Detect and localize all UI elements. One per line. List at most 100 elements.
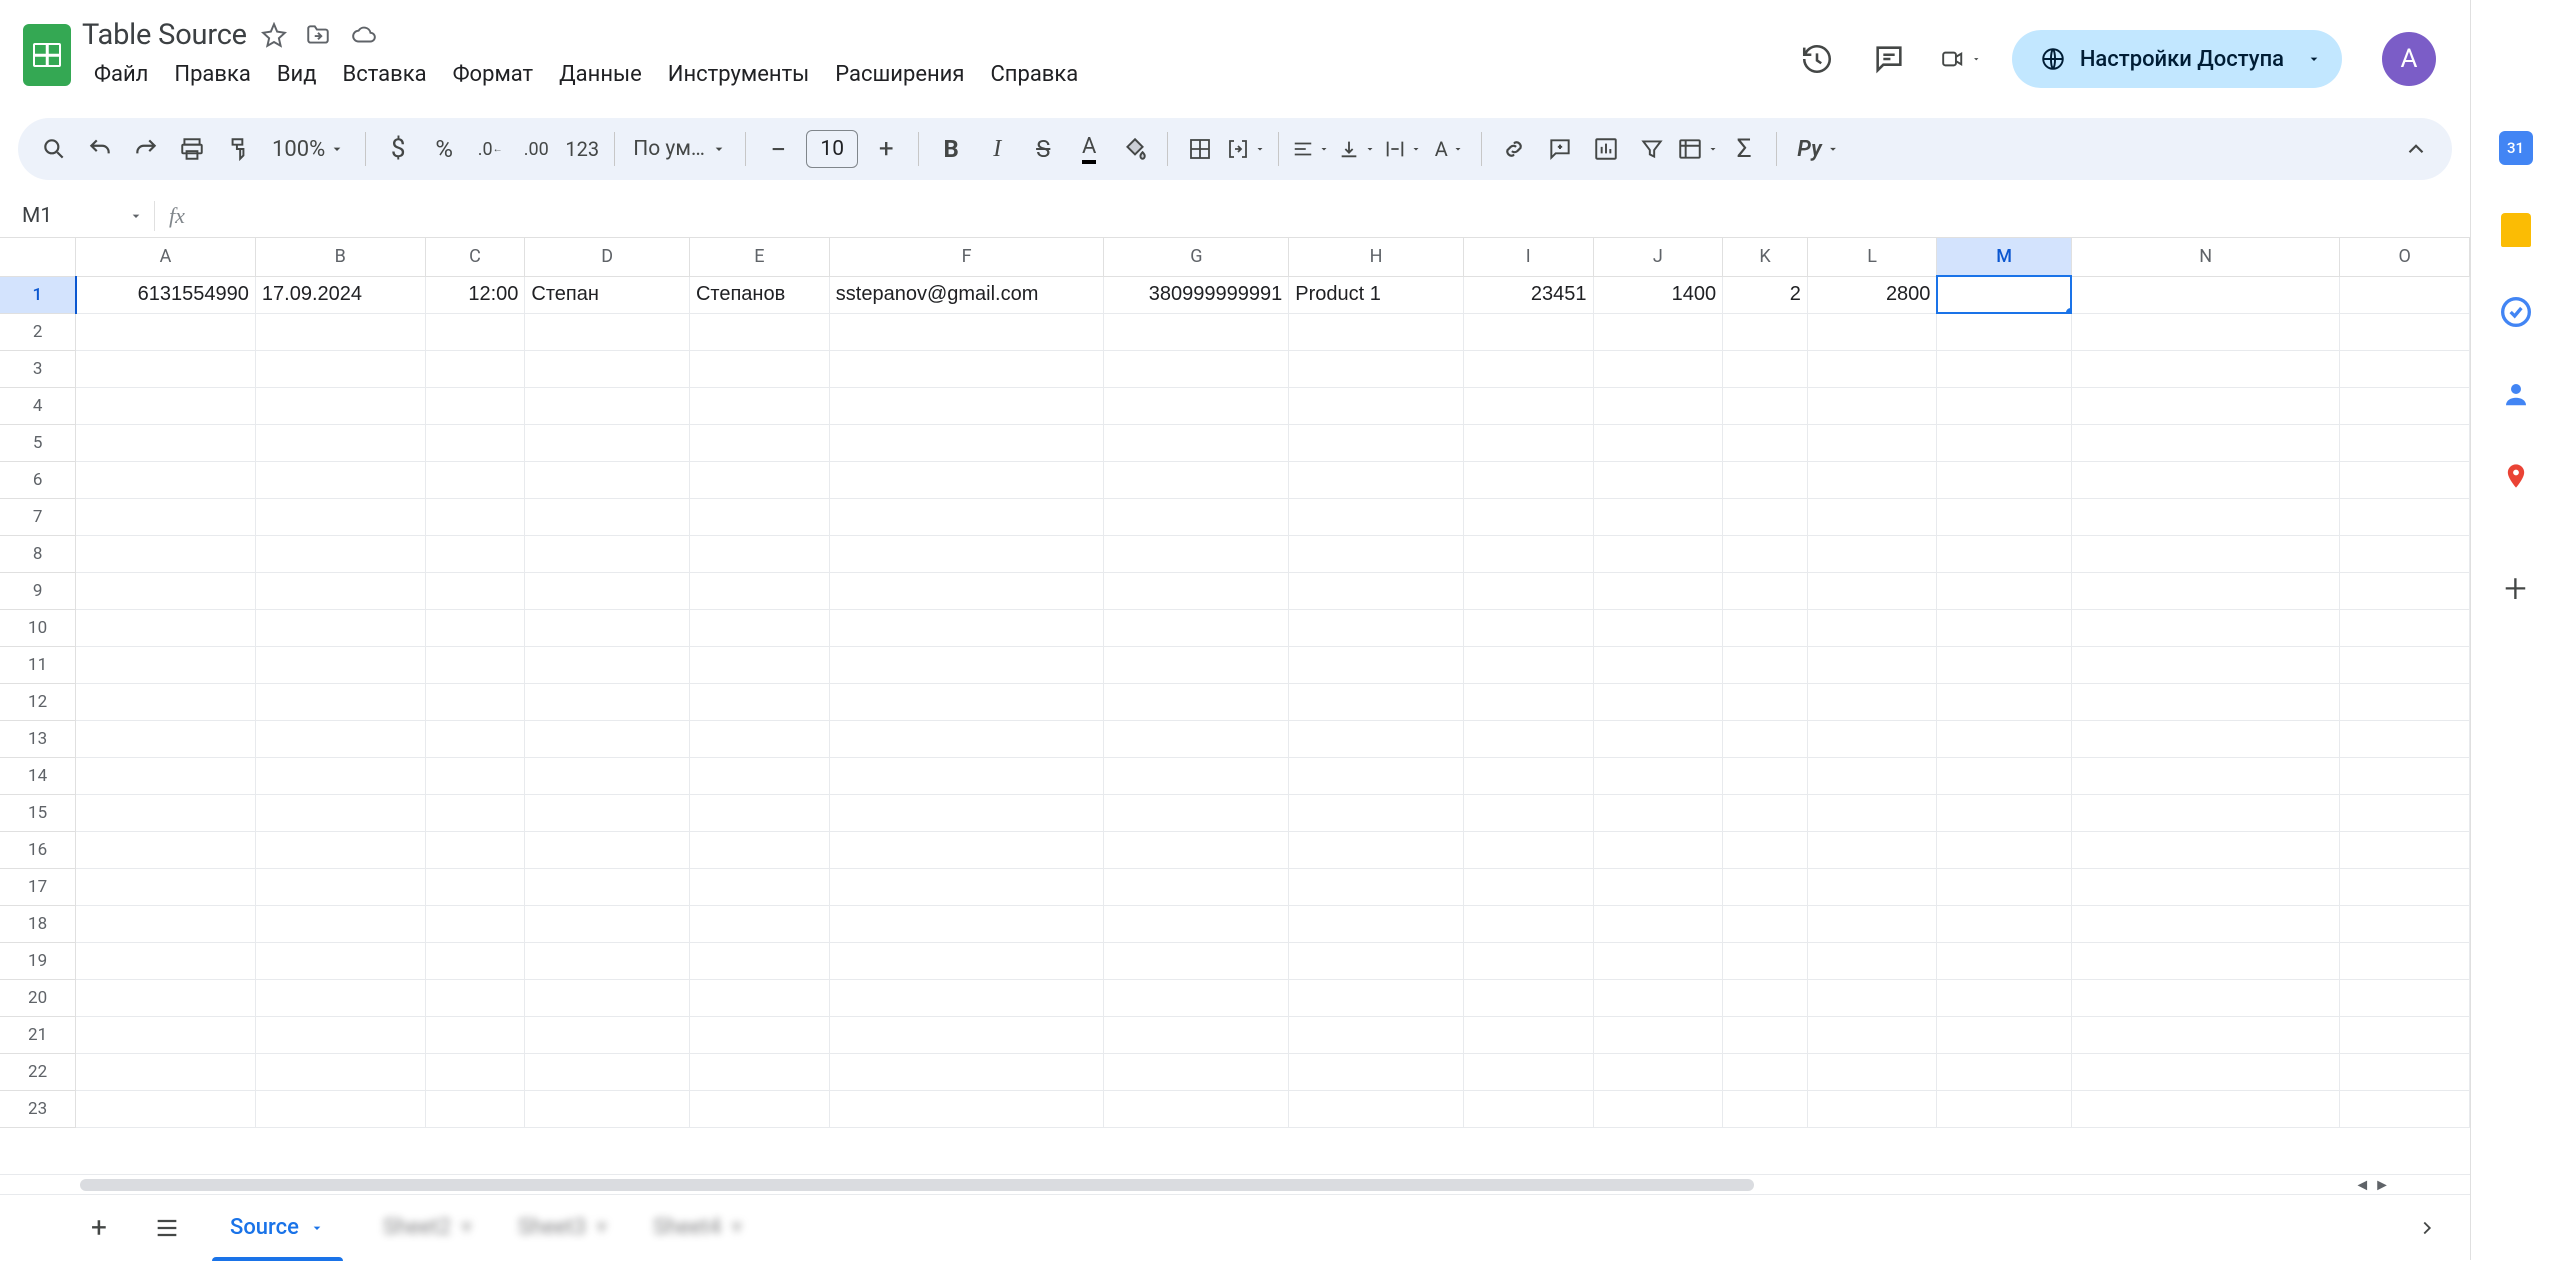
- cell[interactable]: [1104, 313, 1289, 350]
- contacts-icon[interactable]: [2498, 376, 2534, 412]
- cell[interactable]: [525, 1016, 690, 1053]
- cell[interactable]: [1104, 535, 1289, 572]
- app-logo[interactable]: [12, 12, 82, 86]
- sheet-tab[interactable]: Sheet4▾: [635, 1195, 760, 1261]
- cell[interactable]: [2071, 979, 2340, 1016]
- cell[interactable]: [1593, 313, 1723, 350]
- cell[interactable]: [1723, 720, 1808, 757]
- cell[interactable]: [255, 979, 425, 1016]
- cell[interactable]: [1289, 424, 1464, 461]
- cell[interactable]: [1807, 1016, 1937, 1053]
- sheet-tab-active[interactable]: Source: [212, 1195, 343, 1261]
- all-sheets-icon[interactable]: [144, 1205, 190, 1251]
- cell[interactable]: [525, 350, 690, 387]
- cell[interactable]: [425, 942, 525, 979]
- column-header[interactable]: B: [255, 238, 425, 276]
- cell[interactable]: [425, 350, 525, 387]
- column-header[interactable]: K: [1723, 238, 1808, 276]
- collapse-toolbar-icon[interactable]: [2394, 127, 2438, 171]
- cell[interactable]: [689, 868, 829, 905]
- cell[interactable]: [1593, 942, 1723, 979]
- cell[interactable]: [2071, 609, 2340, 646]
- cell[interactable]: [829, 350, 1104, 387]
- cell[interactable]: [425, 905, 525, 942]
- cell[interactable]: [1289, 868, 1464, 905]
- cell[interactable]: [1289, 683, 1464, 720]
- cell[interactable]: [689, 757, 829, 794]
- cell[interactable]: [1289, 831, 1464, 868]
- column-header[interactable]: J: [1593, 238, 1723, 276]
- cell[interactable]: [1289, 794, 1464, 831]
- cell[interactable]: [1289, 313, 1464, 350]
- cell[interactable]: [1593, 1016, 1723, 1053]
- cell[interactable]: [255, 1090, 425, 1127]
- cell[interactable]: [1723, 757, 1808, 794]
- cell[interactable]: [1463, 1090, 1593, 1127]
- cell[interactable]: [2340, 387, 2470, 424]
- cell[interactable]: [76, 1090, 256, 1127]
- cell[interactable]: [1937, 683, 2071, 720]
- cell[interactable]: [1723, 683, 1808, 720]
- cell[interactable]: [255, 313, 425, 350]
- cell[interactable]: [689, 831, 829, 868]
- comments-icon[interactable]: [1868, 38, 1910, 80]
- menu-item[interactable]: Инструменты: [656, 56, 821, 93]
- cell[interactable]: [1937, 387, 2071, 424]
- cell[interactable]: [1807, 868, 1937, 905]
- cell[interactable]: [1104, 1016, 1289, 1053]
- cell[interactable]: [525, 1090, 690, 1127]
- cell[interactable]: [1807, 646, 1937, 683]
- cell[interactable]: [2340, 1016, 2470, 1053]
- cell[interactable]: [1937, 757, 2071, 794]
- cell[interactable]: [425, 646, 525, 683]
- cell[interactable]: [1593, 831, 1723, 868]
- row-header[interactable]: 11: [0, 646, 76, 683]
- cell[interactable]: [1463, 498, 1593, 535]
- cell[interactable]: [1463, 794, 1593, 831]
- cell[interactable]: [525, 683, 690, 720]
- cell[interactable]: [1593, 387, 1723, 424]
- cell[interactable]: [76, 794, 256, 831]
- cell[interactable]: [1463, 831, 1593, 868]
- keep-icon[interactable]: [2498, 212, 2534, 248]
- cell[interactable]: [1807, 757, 1937, 794]
- cell[interactable]: [689, 498, 829, 535]
- cell[interactable]: [1104, 942, 1289, 979]
- menu-item[interactable]: Правка: [162, 56, 262, 93]
- insert-comment-icon[interactable]: [1538, 127, 1582, 171]
- cell[interactable]: [1593, 424, 1723, 461]
- get-addons-icon[interactable]: +: [2498, 570, 2534, 606]
- cell[interactable]: [425, 831, 525, 868]
- cell[interactable]: [425, 572, 525, 609]
- text-color-icon[interactable]: A: [1067, 127, 1111, 171]
- fill-color-icon[interactable]: [1113, 127, 1157, 171]
- cell[interactable]: [1723, 572, 1808, 609]
- cell[interactable]: [255, 572, 425, 609]
- cell[interactable]: [2340, 276, 2470, 313]
- cell[interactable]: [255, 942, 425, 979]
- cell[interactable]: [76, 831, 256, 868]
- cell[interactable]: [525, 535, 690, 572]
- cell[interactable]: [1807, 498, 1937, 535]
- cell[interactable]: [1593, 720, 1723, 757]
- cell[interactable]: [425, 720, 525, 757]
- cell[interactable]: [2071, 535, 2340, 572]
- zoom-dropdown[interactable]: 100%: [262, 137, 355, 162]
- cell[interactable]: [525, 461, 690, 498]
- currency-icon[interactable]: $: [376, 127, 420, 171]
- cell[interactable]: [2340, 646, 2470, 683]
- print-icon[interactable]: [170, 127, 214, 171]
- cell[interactable]: [1807, 1090, 1937, 1127]
- row-header[interactable]: 14: [0, 757, 76, 794]
- cell[interactable]: [1463, 424, 1593, 461]
- cell[interactable]: [525, 387, 690, 424]
- cell[interactable]: [425, 498, 525, 535]
- cell[interactable]: 2800: [1807, 276, 1937, 313]
- cell[interactable]: [1937, 572, 2071, 609]
- cell[interactable]: [1289, 387, 1464, 424]
- cell[interactable]: [525, 572, 690, 609]
- cell[interactable]: [425, 387, 525, 424]
- cell[interactable]: [1463, 461, 1593, 498]
- cell[interactable]: [1937, 1016, 2071, 1053]
- cell[interactable]: [1937, 350, 2071, 387]
